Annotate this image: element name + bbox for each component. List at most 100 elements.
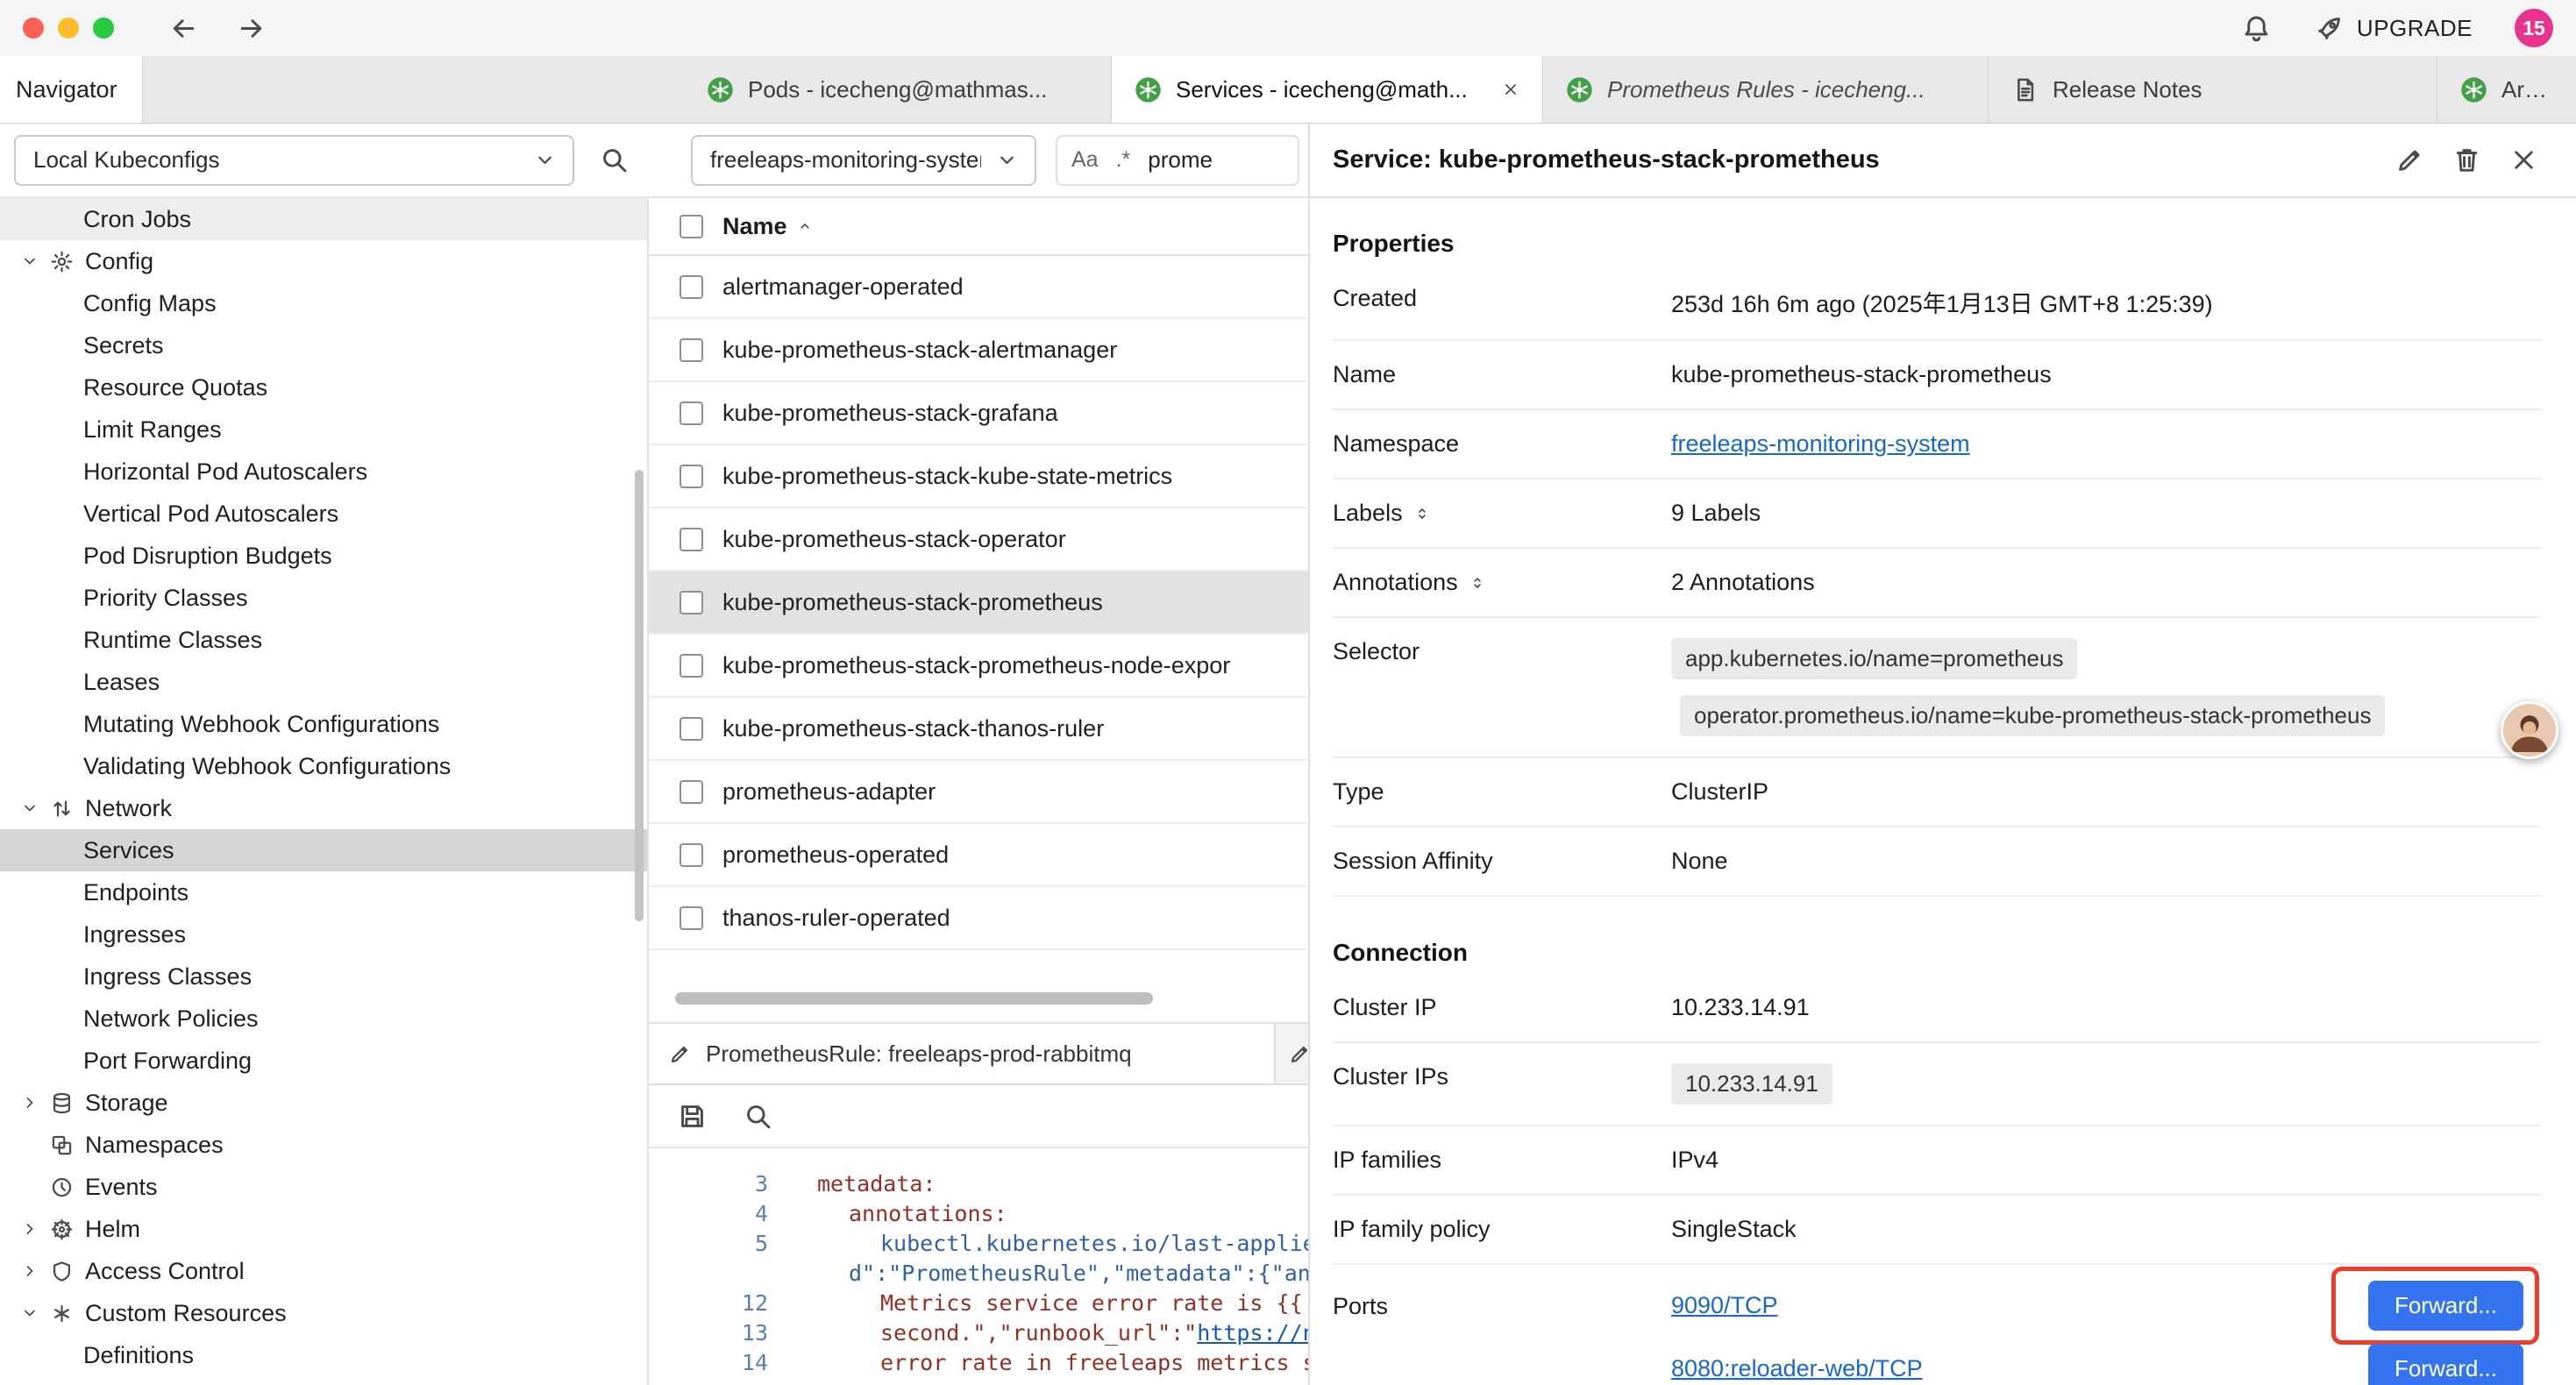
table-row[interactable]: kube-prometheus-stack-thanos-ruler (649, 698, 1308, 761)
back-arrow-icon[interactable] (168, 13, 199, 44)
name-column-header[interactable]: Name (722, 213, 814, 240)
table-row[interactable]: kube-prometheus-stack-operator (649, 508, 1308, 572)
sidebar-item-secrets[interactable]: Secrets (0, 324, 647, 366)
sidebar-item-runtime-classes[interactable]: Runtime Classes (0, 619, 647, 661)
row-checkbox[interactable] (680, 465, 703, 488)
horizontal-scrollbar[interactable] (675, 992, 1153, 1005)
table-row[interactable]: prometheus-operated (649, 824, 1308, 887)
row-checkbox[interactable] (680, 338, 703, 362)
chevron-down-icon[interactable] (21, 1304, 39, 1322)
close-tab-icon[interactable] (1502, 81, 1519, 98)
kubeconfig-selector[interactable]: Local Kubeconfigs (14, 135, 574, 186)
row-checkbox[interactable] (680, 401, 703, 425)
table-row[interactable]: prometheus-adapter (649, 761, 1308, 824)
select-all-checkbox[interactable] (680, 215, 703, 238)
sidebar-scrollbar[interactable] (635, 470, 644, 921)
sidebar-item-priority-classes[interactable]: Priority Classes (0, 577, 647, 619)
sidebar-item-custom-resources[interactable]: Custom Resources (0, 1292, 647, 1334)
sidebar-item-endpoints[interactable]: Endpoints (0, 871, 647, 913)
row-checkbox[interactable] (680, 654, 703, 678)
row-checkbox[interactable] (680, 591, 703, 614)
tab-pods[interactable]: Pods - icecheng@mathmas... (684, 56, 1112, 123)
sidebar-item-access-control[interactable]: Access Control (0, 1250, 647, 1292)
table-row[interactable]: kube-prometheus-stack-grafana (649, 382, 1308, 445)
sidebar-item-events[interactable]: Events (0, 1166, 647, 1208)
yaml-editor[interactable]: 3metadata: 4annotations: 5kubectl.kubern… (649, 1148, 1308, 1385)
chevron-right-icon[interactable] (21, 1262, 39, 1280)
sidebar-item-storage[interactable]: Storage (0, 1082, 647, 1124)
sidebar-item-definitions[interactable]: Definitions (0, 1334, 647, 1376)
rocket-icon (2314, 13, 2345, 44)
table-row[interactable]: alertmanager-operated (649, 256, 1308, 319)
sidebar-item-port-forwarding[interactable]: Port Forwarding (0, 1040, 647, 1082)
tab-prometheus-rules[interactable]: Prometheus Rules - icecheng... (1543, 56, 1989, 123)
services-table-panel: Name alertmanager-operated kube-promethe… (649, 198, 1308, 1385)
row-checkbox[interactable] (680, 843, 703, 867)
upgrade-button[interactable]: UPGRADE (2314, 13, 2473, 44)
minimize-window-button[interactable] (58, 18, 79, 39)
chevron-down-icon[interactable] (21, 799, 39, 817)
sidebar-item-pod-disruption-budgets[interactable]: Pod Disruption Budgets (0, 535, 647, 577)
chevron-right-icon[interactable] (21, 1220, 39, 1238)
bell-icon[interactable] (2241, 13, 2272, 44)
tab-argo[interactable]: Argo Se (2437, 56, 2576, 123)
close-window-button[interactable] (23, 18, 44, 39)
sidebar-item-services[interactable]: Services (0, 829, 647, 871)
notification-badge[interactable]: 15 (2515, 9, 2553, 47)
tab-release-notes[interactable]: Release Notes (1989, 56, 2437, 123)
editor-tab-partial[interactable] (1276, 1024, 1308, 1083)
regex-toggle[interactable]: .* (1116, 147, 1131, 173)
expand-collapse-icon[interactable] (1469, 574, 1486, 592)
sidebar-item-ingress-classes[interactable]: Ingress Classes (0, 955, 647, 998)
forward-button-9090[interactable]: Forward... (2368, 1281, 2523, 1331)
sidebar-item-limit-ranges[interactable]: Limit Ranges (0, 408, 647, 451)
row-checkbox[interactable] (680, 717, 703, 741)
sidebar-item-network-policies[interactable]: Network Policies (0, 998, 647, 1040)
sidebar-item-horizontal-pod-autoscalers[interactable]: Horizontal Pod Autoscalers (0, 451, 647, 493)
row-checkbox[interactable] (680, 780, 703, 804)
sidebar-item-config[interactable]: Config (0, 240, 647, 282)
row-checkbox[interactable] (680, 275, 703, 299)
table-row[interactable]: thanos-ruler-operated (649, 887, 1308, 950)
chevron-right-icon[interactable] (21, 1094, 39, 1112)
table-row[interactable]: kube-prometheus-stack-kube-state-metrics (649, 445, 1308, 508)
sidebar-item-ingresses[interactable]: Ingresses (0, 913, 647, 955)
search-icon[interactable] (599, 145, 630, 175)
close-drawer-icon[interactable] (2508, 145, 2539, 175)
namespace-selector[interactable]: freeleaps-monitoring-system (691, 135, 1036, 186)
namespace-link[interactable]: freeleaps-monitoring-system (1671, 430, 1970, 458)
sidebar-item-helm[interactable]: Helm (0, 1208, 647, 1250)
sidebar-item-namespaces[interactable]: Namespaces (0, 1124, 647, 1166)
sidebar-item-cron-jobs[interactable]: Cron Jobs (0, 198, 647, 240)
row-checkbox[interactable] (680, 906, 703, 930)
editor-tab-prometheusrule[interactable]: PrometheusRule: freeleaps-prod-rabbitmq (649, 1024, 1276, 1083)
sidebar-item-network[interactable]: Network (0, 787, 647, 829)
row-checkbox[interactable] (680, 528, 703, 551)
tab-services[interactable]: Services - icecheng@math... (1112, 56, 1543, 123)
app-window: UPGRADE 15 Navigator Pods - icecheng@mat… (0, 0, 2576, 1385)
forward-button-8080[interactable]: Forward... (2368, 1344, 2523, 1385)
sidebar-item-validating-webhook-configurations[interactable]: Validating Webhook Configurations (0, 745, 647, 787)
maximize-window-button[interactable] (93, 18, 114, 39)
cluster-ip-value: 10.233.14.91 (1671, 994, 1810, 1021)
search-input[interactable] (1148, 146, 1270, 174)
sidebar-item-mutating-webhook-configurations[interactable]: Mutating Webhook Configurations (0, 703, 647, 745)
trash-icon[interactable] (2451, 145, 2482, 175)
user-avatar[interactable] (2501, 701, 2558, 759)
table-row[interactable]: kube-prometheus-stack-prometheus-node-ex… (649, 635, 1308, 698)
table-row[interactable]: kube-prometheus-stack-alertmanager (649, 319, 1308, 382)
forward-arrow-icon[interactable] (236, 13, 267, 44)
sidebar-item-vertical-pod-autoscalers[interactable]: Vertical Pod Autoscalers (0, 493, 647, 535)
match-case-toggle[interactable]: Aa (1071, 147, 1099, 173)
sidebar-item-leases[interactable]: Leases (0, 661, 647, 703)
sidebar-item-resource-quotas[interactable]: Resource Quotas (0, 366, 647, 408)
edit-pencil-icon[interactable] (2395, 145, 2425, 175)
expand-collapse-icon[interactable] (1413, 505, 1431, 522)
save-icon[interactable] (677, 1101, 708, 1132)
chevron-down-icon[interactable] (21, 252, 39, 270)
port-link-8080[interactable]: 8080:reloader-web/TCP (1671, 1355, 1923, 1382)
search-icon[interactable] (743, 1101, 773, 1132)
table-row-selected[interactable]: kube-prometheus-stack-prometheus (649, 572, 1308, 635)
sidebar-item-config-maps[interactable]: Config Maps (0, 282, 647, 324)
port-link-9090[interactable]: 9090/TCP (1671, 1292, 1778, 1319)
